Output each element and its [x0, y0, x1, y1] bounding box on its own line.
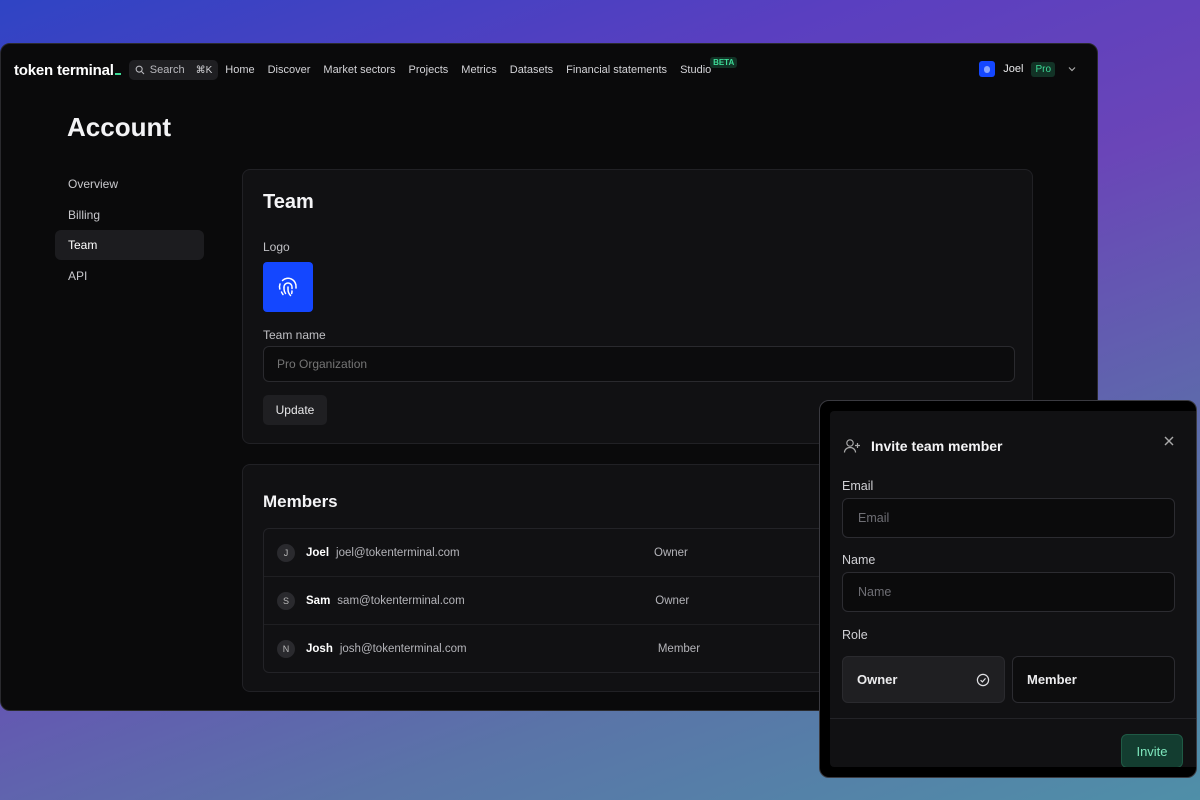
role-option-owner[interactable]: Owner	[842, 656, 1005, 703]
member-email: sam@tokenterminal.com	[337, 594, 465, 607]
nav-projects[interactable]: Projects	[409, 64, 449, 76]
nav-links: Home Discover Market sectors Projects Me…	[225, 57, 738, 76]
member-email: josh@tokenterminal.com	[339, 643, 467, 655]
sidebar-item-api[interactable]: API	[55, 261, 204, 291]
modal-header: Invite team member	[843, 438, 1003, 454]
check-circle-icon	[976, 673, 990, 687]
divider	[830, 718, 1196, 719]
brand-logo[interactable]: token terminal	[14, 62, 121, 79]
invite-modal: Invite team member Email Name Role Owner…	[830, 411, 1196, 767]
nav-datasets[interactable]: Datasets	[510, 64, 553, 76]
modal-title: Invite team member	[871, 438, 1003, 454]
nav-discover[interactable]: Discover	[268, 64, 311, 76]
member-role: Owner	[654, 546, 688, 559]
nav-home[interactable]: Home	[225, 64, 254, 76]
member-name: Joel	[306, 546, 330, 559]
search-button[interactable]: Search ⌘K	[128, 60, 219, 80]
invite-button[interactable]: Invite	[1121, 734, 1183, 767]
member-avatar: N	[277, 640, 295, 658]
logo-label: Logo	[263, 240, 290, 254]
nav-studio-label: Studio	[680, 64, 712, 76]
update-button[interactable]: Update	[263, 395, 327, 425]
team-name-input[interactable]	[263, 346, 1015, 382]
member-role: Owner	[655, 594, 690, 607]
sidebar-item-team[interactable]: Team	[55, 230, 204, 260]
user-name: Joel	[1003, 63, 1024, 75]
user-plus-icon	[843, 439, 860, 453]
email-label: Email	[842, 479, 874, 493]
search-label: Search	[149, 64, 185, 76]
team-logo[interactable]	[263, 262, 313, 312]
member-role: Member	[657, 643, 701, 655]
role-option-member[interactable]: Member	[1012, 656, 1175, 703]
avatar	[979, 61, 996, 77]
members-title: Members	[263, 492, 338, 511]
team-name-label: Team name	[263, 328, 326, 342]
brand-text: token terminal	[14, 61, 114, 79]
user-menu[interactable]: Joel Pro	[979, 61, 1077, 77]
search-icon	[135, 65, 145, 75]
email-field[interactable]	[842, 498, 1175, 538]
member-avatar: S	[277, 591, 295, 610]
member-email: joel@tokenterminal.com	[336, 546, 460, 559]
member-name: Sam	[306, 594, 331, 607]
role-option-label: Owner	[857, 672, 898, 687]
member-avatar: J	[277, 543, 295, 562]
invite-modal-frame: Invite team member Email Name Role Owner…	[819, 400, 1197, 778]
nav-studio[interactable]: Studio BETA	[680, 57, 738, 76]
nav-financial-statements[interactable]: Financial statements	[566, 64, 667, 76]
nav-market-sectors[interactable]: Market sectors	[323, 64, 395, 76]
team-title: Team	[263, 191, 314, 213]
role-option-label: Member	[1027, 672, 1077, 687]
close-icon[interactable]	[1162, 434, 1176, 448]
role-label: Role	[842, 628, 868, 642]
fingerprint-icon	[278, 277, 297, 297]
top-nav: token terminal Search ⌘K Home Discover M…	[1, 44, 1097, 96]
sidebar-item-overview[interactable]: Overview	[55, 169, 204, 199]
plan-badge: Pro	[1031, 61, 1055, 77]
name-field[interactable]	[842, 572, 1175, 612]
search-shortcut: ⌘K	[195, 64, 213, 76]
account-sidebar: Overview Billing Team API	[55, 169, 204, 291]
brand-cursor	[114, 72, 121, 75]
beta-badge: BETA	[710, 57, 738, 68]
chevron-down-icon	[1068, 67, 1076, 72]
member-name: Josh	[306, 643, 333, 655]
sidebar-item-billing[interactable]: Billing	[55, 200, 204, 230]
name-label: Name	[842, 553, 876, 567]
page-title: Account	[67, 112, 171, 142]
nav-metrics[interactable]: Metrics	[461, 64, 496, 76]
